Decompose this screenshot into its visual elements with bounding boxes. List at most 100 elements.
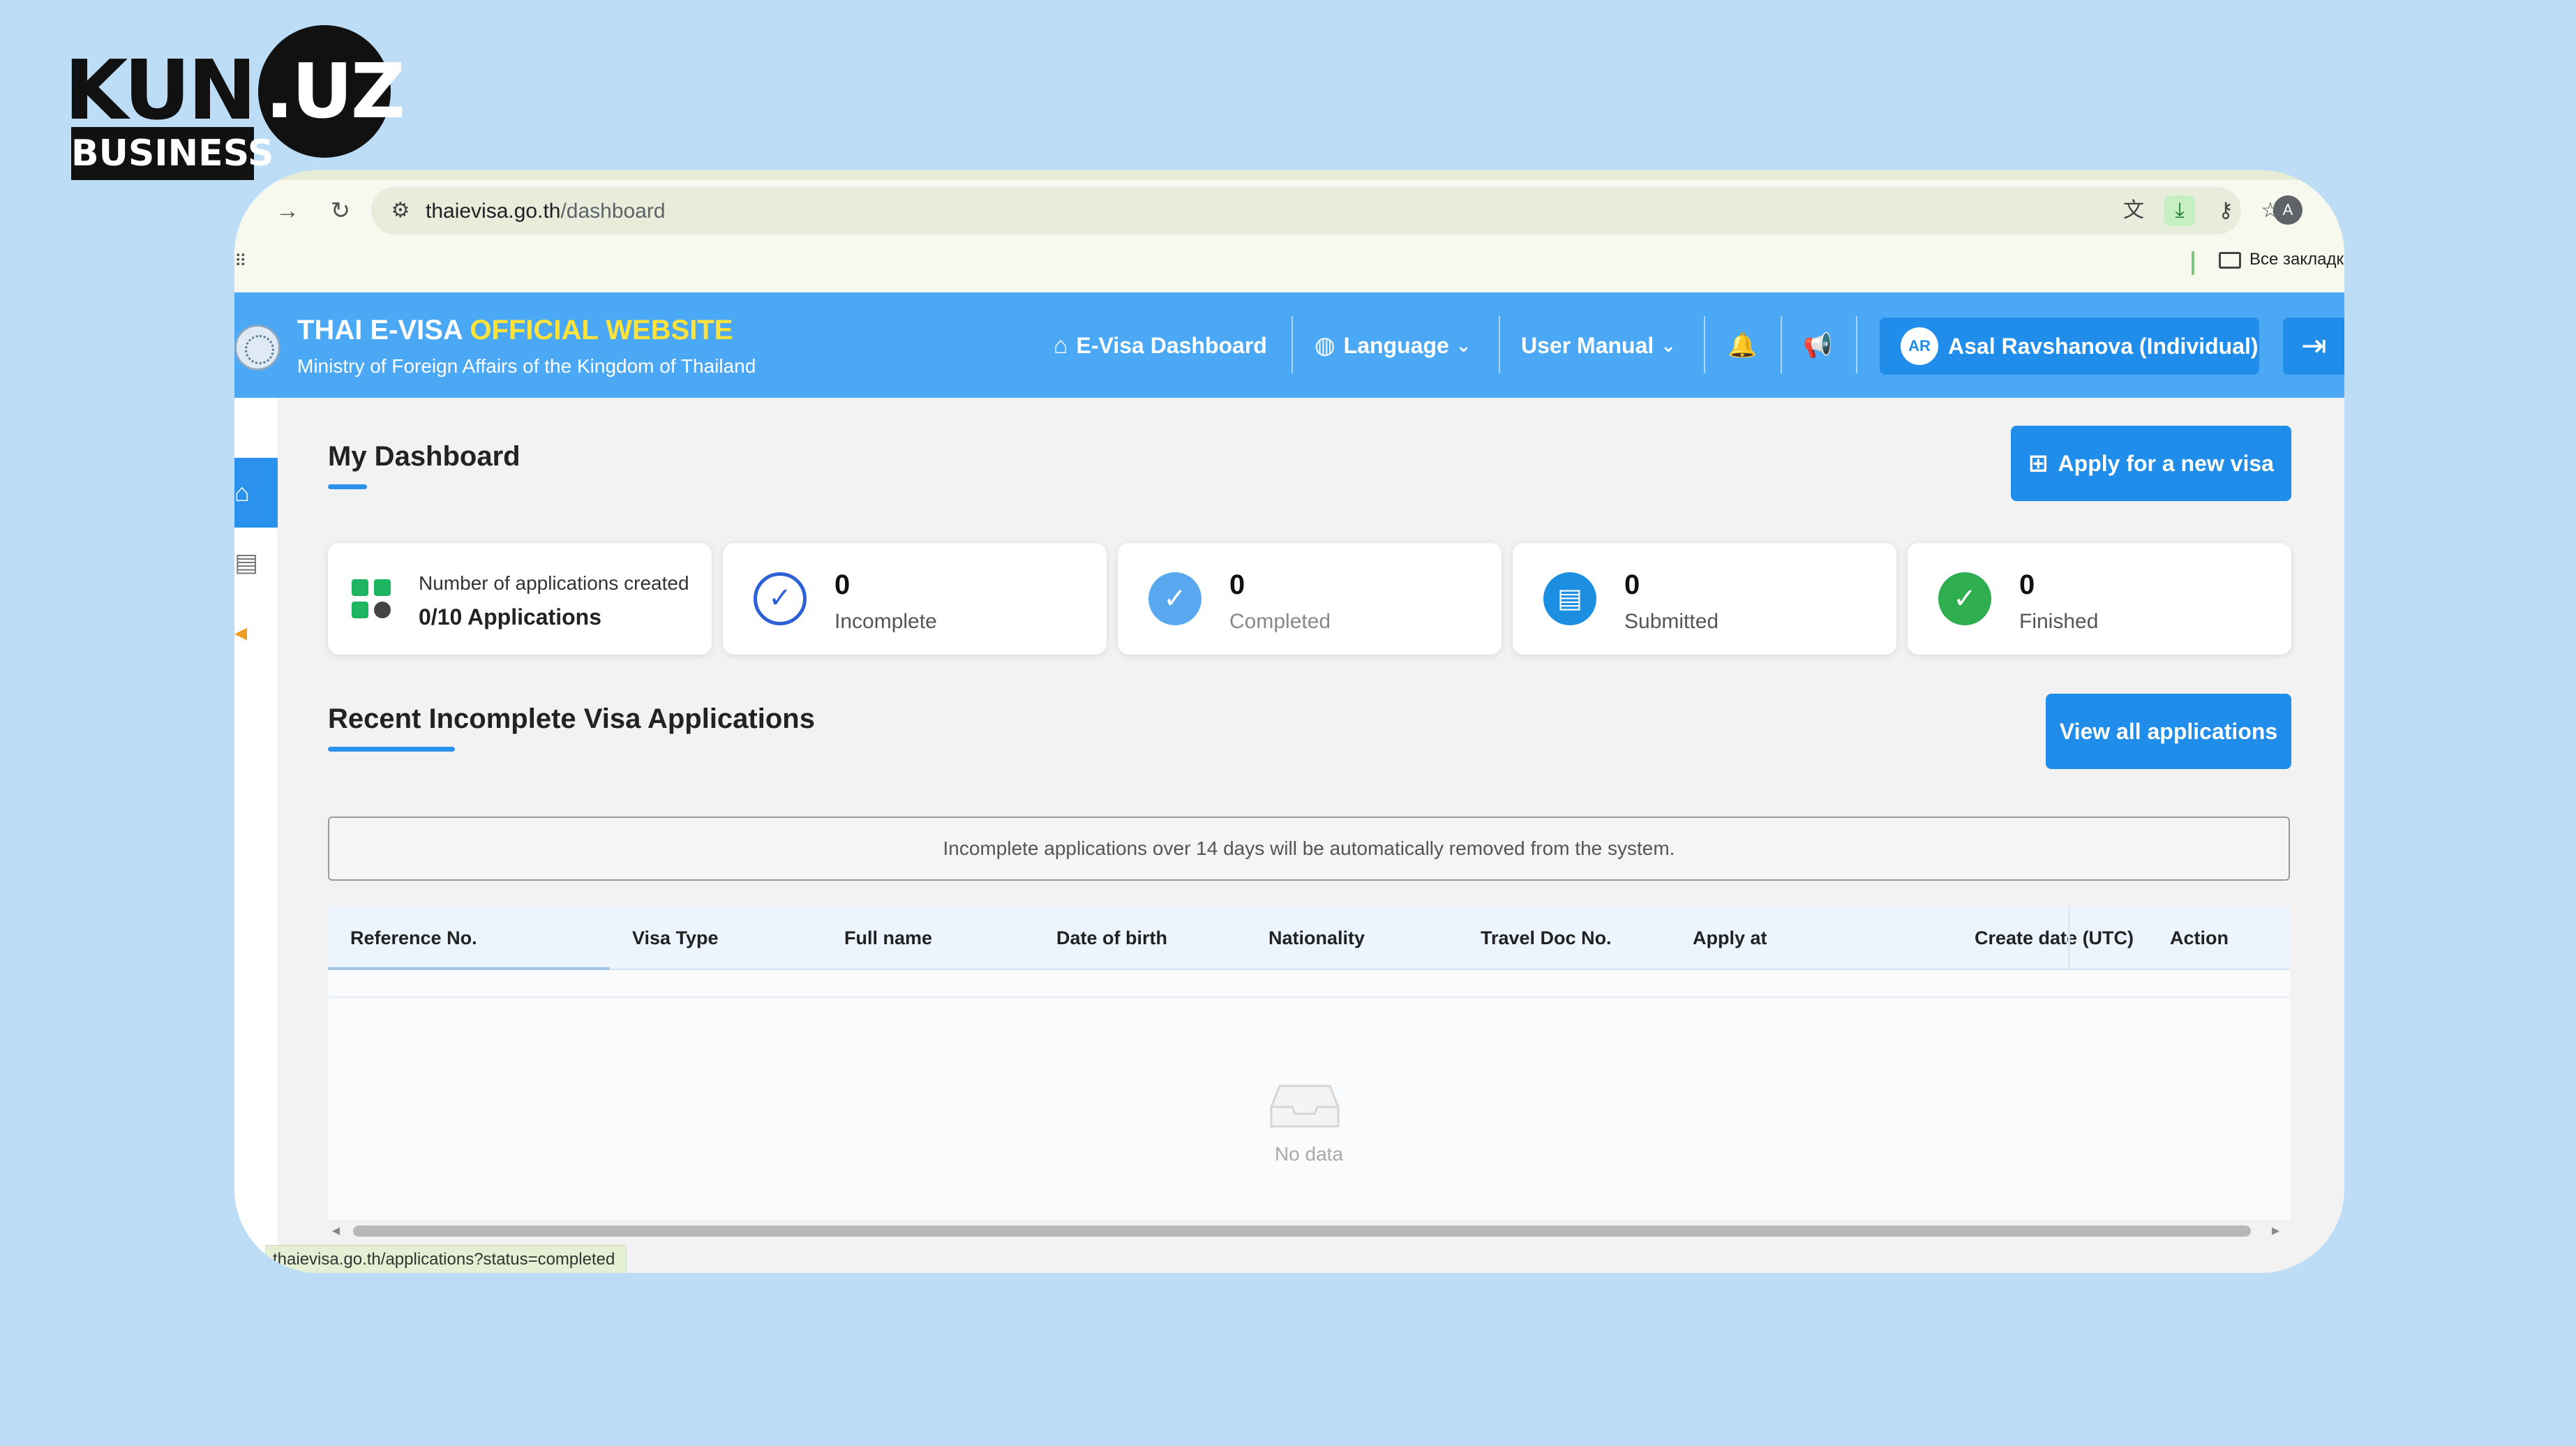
applications-table: Reference No. Visa Type Full name Date o…	[328, 906, 2290, 1220]
table-row-divider	[328, 997, 2290, 998]
col-create-date[interactable]: Create date (UTC)	[1975, 906, 2134, 970]
table-header: Reference No. Visa Type Full name Date o…	[328, 906, 2290, 970]
nav-manual-label: User Manual	[1521, 332, 1654, 358]
user-name-label: Asal Ravshanova (Individual)	[1948, 333, 2259, 359]
apply-new-visa-button[interactable]: ⊞ Apply for a new visa	[2011, 426, 2291, 501]
site-title[interactable]: THAI E-VISA OFFICIAL WEBSITE	[297, 315, 733, 346]
address-bar[interactable]: ⚙ thaievisa.go.th/dashboard 文 ⤓ ⚷ ☆	[371, 187, 2279, 234]
page-title-underline	[328, 484, 367, 489]
sidebar-document-icon[interactable]: ▤	[234, 528, 278, 597]
bookmark-divider	[2192, 251, 2194, 275]
notifications-bell-icon[interactable]: 🔔	[1728, 326, 1765, 365]
stat-card-created: Number of applications created 0/10 Appl…	[328, 543, 712, 655]
col-nationality[interactable]: Nationality	[1268, 906, 1365, 970]
nav-language-label: Language	[1343, 332, 1449, 358]
site-subtitle: Ministry of Foreign Affairs of the Kingd…	[297, 355, 756, 377]
logo-business-text: BUSINESS	[71, 127, 274, 180]
col-visa-type[interactable]: Visa Type	[632, 906, 719, 970]
page-title: My Dashboard	[328, 441, 521, 472]
view-all-applications-button[interactable]: View all applications	[2046, 694, 2291, 769]
nav-user-manual[interactable]: User Manual ⌄	[1521, 326, 1676, 365]
forward-arrow-icon[interactable]: →	[268, 191, 307, 230]
nav-separator	[1856, 316, 1857, 373]
finished-count: 0	[2019, 569, 2035, 600]
auto-removal-notice: Incomplete applications over 14 days wil…	[328, 817, 2290, 881]
bell-glyph: 🔔	[1728, 332, 1758, 359]
kun-uz-business-logo: KUN .UZ BUSINESS	[64, 25, 405, 180]
logout-icon[interactable]: ⇥	[2283, 318, 2344, 375]
sidebar-home-icon[interactable]: ⌂	[234, 458, 278, 528]
sorted-column-indicator	[328, 967, 610, 970]
stat-card-incomplete[interactable]: ✓ 0 Incomplete	[723, 543, 1107, 655]
side-nav: ⌂ ▤ ◂	[234, 398, 278, 1273]
table-horizontal-scrollbar[interactable]: ◂ ▸	[328, 1220, 2290, 1241]
site-title-accent: OFFICIAL WEBSITE	[470, 315, 733, 345]
col-action[interactable]: Action	[2170, 906, 2229, 970]
applications-grid-icon	[352, 579, 394, 621]
scroll-right-arrow-icon[interactable]: ▸	[2272, 1220, 2279, 1241]
nav-dashboard-label: E-Visa Dashboard	[1076, 332, 1267, 358]
key-icon[interactable]: ⚷	[2210, 195, 2241, 226]
completed-check-icon: ✓	[1148, 572, 1201, 625]
apps-grid-icon[interactable]: ⠿	[234, 251, 247, 272]
reload-icon[interactable]: ↻	[321, 191, 360, 230]
created-label: Number of applications created	[419, 572, 689, 594]
stat-card-completed[interactable]: ✓ 0 Completed	[1118, 543, 1502, 655]
nav-edvisa-dashboard[interactable]: ⌂ E-Visa Dashboard	[1054, 326, 1267, 365]
url-host: thaievisa.go.th	[426, 200, 561, 223]
nav-separator	[1499, 316, 1500, 373]
profile-avatar[interactable]: A	[2273, 195, 2302, 225]
incomplete-label: Incomplete	[834, 610, 937, 633]
globe-icon: ◍	[1315, 332, 1335, 359]
install-app-icon[interactable]: ⤓	[2164, 195, 2195, 226]
apply-new-visa-label: Apply for a new visa	[2058, 450, 2274, 476]
nav-language[interactable]: ◍ Language ⌄	[1315, 326, 1472, 365]
chevron-down-icon: ⌄	[1455, 334, 1472, 356]
col-full-name[interactable]: Full name	[844, 906, 932, 970]
home-icon: ⌂	[1054, 331, 1068, 359]
main-content: My Dashboard ⊞ Apply for a new visa Numbe…	[278, 398, 2344, 1273]
incomplete-count: 0	[834, 569, 851, 600]
col-apply-at[interactable]: Apply at	[1693, 906, 1767, 970]
col-travel-doc-no[interactable]: Travel Doc No.	[1481, 906, 1612, 970]
browser-window: → ↻ ⚙ thaievisa.go.th/dashboard 文 ⤓ ⚷ ☆ …	[234, 170, 2344, 1273]
col-date-of-birth[interactable]: Date of birth	[1056, 906, 1167, 970]
browser-toolbar: → ↻ ⚙ thaievisa.go.th/dashboard 文 ⤓ ⚷ ☆ …	[234, 170, 2344, 292]
logo-kun-text: KUN	[64, 42, 257, 138]
submitted-document-icon: ▤	[1543, 572, 1596, 625]
browser-status-url: thaievisa.go.th/applications?status=comp…	[265, 1245, 627, 1273]
completed-label: Completed	[1229, 610, 1331, 633]
finished-label: Finished	[2019, 610, 2099, 633]
nav-separator	[1704, 316, 1705, 373]
col-reference-no[interactable]: Reference No.	[350, 906, 477, 970]
incomplete-check-icon: ✓	[754, 572, 807, 625]
nav-separator	[1291, 316, 1293, 373]
user-profile-button[interactable]: AR Asal Ravshanova (Individual)	[1880, 318, 2259, 375]
url-path: /dashboard	[560, 200, 666, 223]
stat-card-submitted[interactable]: ▤ 0 Submitted	[1513, 543, 1896, 655]
sidebar-megaphone-icon[interactable]: ◂	[234, 597, 278, 667]
announcement-megaphone-icon[interactable]: 📢	[1803, 326, 1841, 365]
logo-uz-text: .UZ	[265, 48, 405, 135]
translate-icon[interactable]: 文	[2118, 195, 2149, 226]
address-url[interactable]: thaievisa.go.th/dashboard	[426, 200, 666, 223]
submitted-count: 0	[1624, 569, 1640, 600]
site-settings-icon[interactable]: ⚙	[387, 197, 414, 225]
all-bookmarks-label: Все закладки	[2249, 250, 2344, 269]
stat-card-finished[interactable]: ✓ 0 Finished	[1908, 543, 2291, 655]
thai-emblem-icon[interactable]	[234, 325, 280, 371]
completed-count: 0	[1229, 569, 1245, 600]
site-header: THAI E-VISA OFFICIAL WEBSITE Ministry of…	[234, 292, 2344, 398]
chevron-down-icon: ⌄	[1661, 334, 1677, 356]
scroll-left-arrow-icon[interactable]: ◂	[332, 1220, 340, 1241]
scrollbar-thumb[interactable]	[353, 1225, 2251, 1237]
folder-icon	[2219, 251, 2241, 269]
file-add-icon: ⊞	[2028, 450, 2049, 477]
created-value: 0/10 Applications	[419, 604, 601, 629]
empty-table-text: No data	[1274, 1143, 1344, 1165]
all-bookmarks-folder[interactable]: Все закладки	[2219, 250, 2344, 269]
recent-applications-title: Recent Incomplete Visa Applications	[328, 703, 815, 734]
view-all-label: View all applications	[2059, 718, 2278, 744]
user-avatar: AR	[1901, 327, 1938, 365]
site-title-main: THAI E-VISA	[297, 315, 470, 345]
